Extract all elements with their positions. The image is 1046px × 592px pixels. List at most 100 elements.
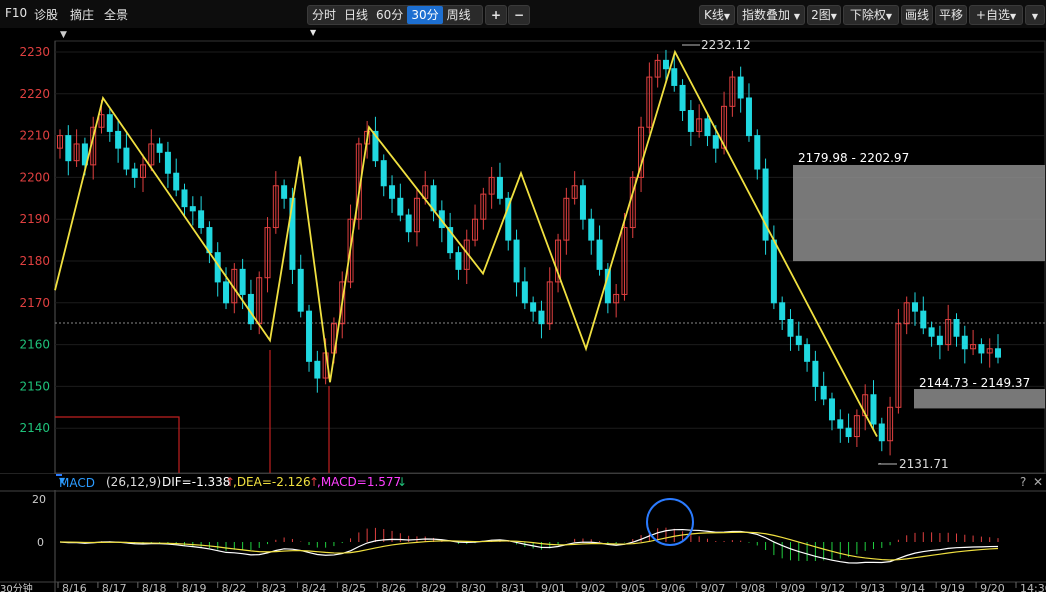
date-label: 8/24 (302, 582, 327, 592)
price-tick-label: 2180 (19, 254, 50, 268)
candle-body (804, 344, 811, 362)
candle-body (961, 335, 968, 350)
candle-body (779, 302, 786, 321)
reference-lines (55, 350, 330, 473)
candle-body (579, 185, 586, 220)
low-label: 2131.71 (899, 457, 949, 471)
date-label: 8/19 (182, 582, 207, 592)
candle-body (496, 176, 503, 199)
date-label: 9/09 (781, 582, 806, 592)
candle-body (123, 147, 130, 170)
kline-button[interactable]: K线▼ (699, 5, 735, 25)
date-label: 9/19 (940, 582, 965, 592)
two-charts-button[interactable]: 2图▼ (807, 5, 841, 25)
index-overlay-button[interactable]: 指数叠加 ▼ (737, 5, 805, 25)
indicator-selector[interactable]: MACD ▼ (56, 474, 95, 490)
candle-body (164, 151, 171, 174)
macd-info-bar: MACD ▼ (26,12,9) DIF=-1.338 ↑ ,DEA=-2.126… (0, 474, 1046, 490)
date-label: 8/30 (461, 582, 486, 592)
summary-button[interactable]: 摘庄 (70, 6, 94, 23)
candle-body (820, 385, 827, 400)
candle-body (173, 172, 180, 191)
candle-body (878, 423, 885, 442)
draw-line-button[interactable]: 画线 (901, 5, 933, 25)
pan-button[interactable]: 平移 (935, 5, 967, 25)
candle-body (380, 160, 387, 187)
zoom-in-button[interactable]: + (485, 5, 507, 25)
date-label: 9/01 (541, 582, 566, 592)
period-tab-intraday[interactable]: 分时 (308, 6, 340, 24)
price-tick-label: 2210 (19, 129, 50, 143)
period-tab-weekly[interactable]: 周线 (443, 6, 475, 24)
macd-axis-20: 20 (32, 493, 46, 506)
candle-body (405, 214, 412, 233)
candle-body (65, 135, 72, 162)
candle-body (911, 302, 918, 312)
candle-body (106, 114, 113, 132)
candle-body (131, 168, 138, 178)
chevron-down-icon: ▼ (830, 12, 837, 21)
candle-body (920, 310, 927, 329)
date-label: 8/17 (102, 582, 127, 592)
candle-body (812, 360, 819, 387)
candle-body (297, 268, 304, 312)
custom-watchlist-label: +自选 (975, 8, 1010, 22)
price-tick-label: 2170 (19, 296, 50, 310)
candle-body (870, 394, 877, 425)
period-tab-30min[interactable]: 30分 (407, 6, 443, 24)
candlestick-chart[interactable]: ▼ 2230 2220 2210 2200 2190 2180 2170 2160 2150 21… (0, 28, 1046, 592)
price-tick-label: 2140 (19, 421, 50, 435)
candle-body (513, 239, 520, 283)
index-overlay-label: 指数叠加 (742, 8, 791, 22)
zoom-out-button[interactable]: − (508, 5, 530, 25)
candle-body (704, 118, 711, 137)
period-tab-60min[interactable]: 60分 (372, 6, 407, 24)
date-label: 8/18 (142, 582, 167, 592)
price-tick-label: 2220 (19, 87, 50, 101)
panorama-button[interactable]: 全景 (104, 6, 128, 23)
chevron-down-icon: ▼ (1009, 12, 1017, 21)
candle-body (828, 398, 835, 421)
candle-body (156, 143, 163, 153)
date-label: 8/31 (501, 582, 526, 592)
top-toolbar: F10 诊股 摘庄 全景 分时 日线 60分 30分 周线 ▼ + − K线▼ 指数叠加 … (0, 0, 1046, 37)
date-label: 9/14 (900, 582, 925, 592)
candle-body (978, 344, 985, 354)
period-tab-daily[interactable]: 日线 (340, 6, 372, 24)
f10-button[interactable]: F10 (5, 6, 27, 20)
help-icon[interactable]: ? (1020, 475, 1026, 489)
high-label: 2232.12 (701, 38, 751, 52)
resistance-zone (793, 164, 1045, 262)
date-label: 8/22 (222, 582, 247, 592)
ex-rights-button[interactable]: 下除权▼ (843, 5, 899, 25)
period-label: 30分钟 (0, 582, 33, 592)
candle-body (281, 185, 288, 199)
diagnose-button[interactable]: 诊股 (34, 6, 58, 23)
candle-body (596, 239, 603, 270)
candle-body (239, 268, 246, 295)
candle-body (712, 135, 719, 149)
candle-body (845, 427, 852, 438)
close-icon[interactable]: ✕ (1033, 475, 1043, 489)
date-label: 9/07 (701, 582, 726, 592)
candle-body (754, 135, 761, 170)
candle-body (530, 302, 537, 312)
date-label: 9/05 (621, 582, 646, 592)
macd-histogram (67, 527, 999, 561)
pane-menu-icon[interactable]: ▼ (60, 30, 67, 40)
candle-body (770, 239, 777, 304)
candle-body (837, 419, 844, 429)
more-menu-button[interactable]: ▼ (1025, 5, 1045, 25)
candle-body (687, 110, 694, 132)
candle-body (223, 281, 230, 304)
candle-body (679, 84, 686, 112)
custom-watchlist-button[interactable]: +自选▼ (969, 5, 1023, 25)
chevron-down-icon: ▼ (1031, 12, 1039, 21)
candle-body (181, 189, 188, 208)
candle-body (115, 130, 122, 149)
date-label: 8/25 (341, 582, 366, 592)
price-tick-label: 2190 (19, 212, 50, 226)
date-label: 8/29 (421, 582, 446, 592)
date-axis: 8/16 8/17 8/18 8/19 8/22 8/23 8/24 8/25 8/26 8/29… (57, 582, 1046, 592)
price-axis: 2230 2220 2210 2200 2190 2180 2170 2160 2150 2140 (19, 45, 50, 435)
